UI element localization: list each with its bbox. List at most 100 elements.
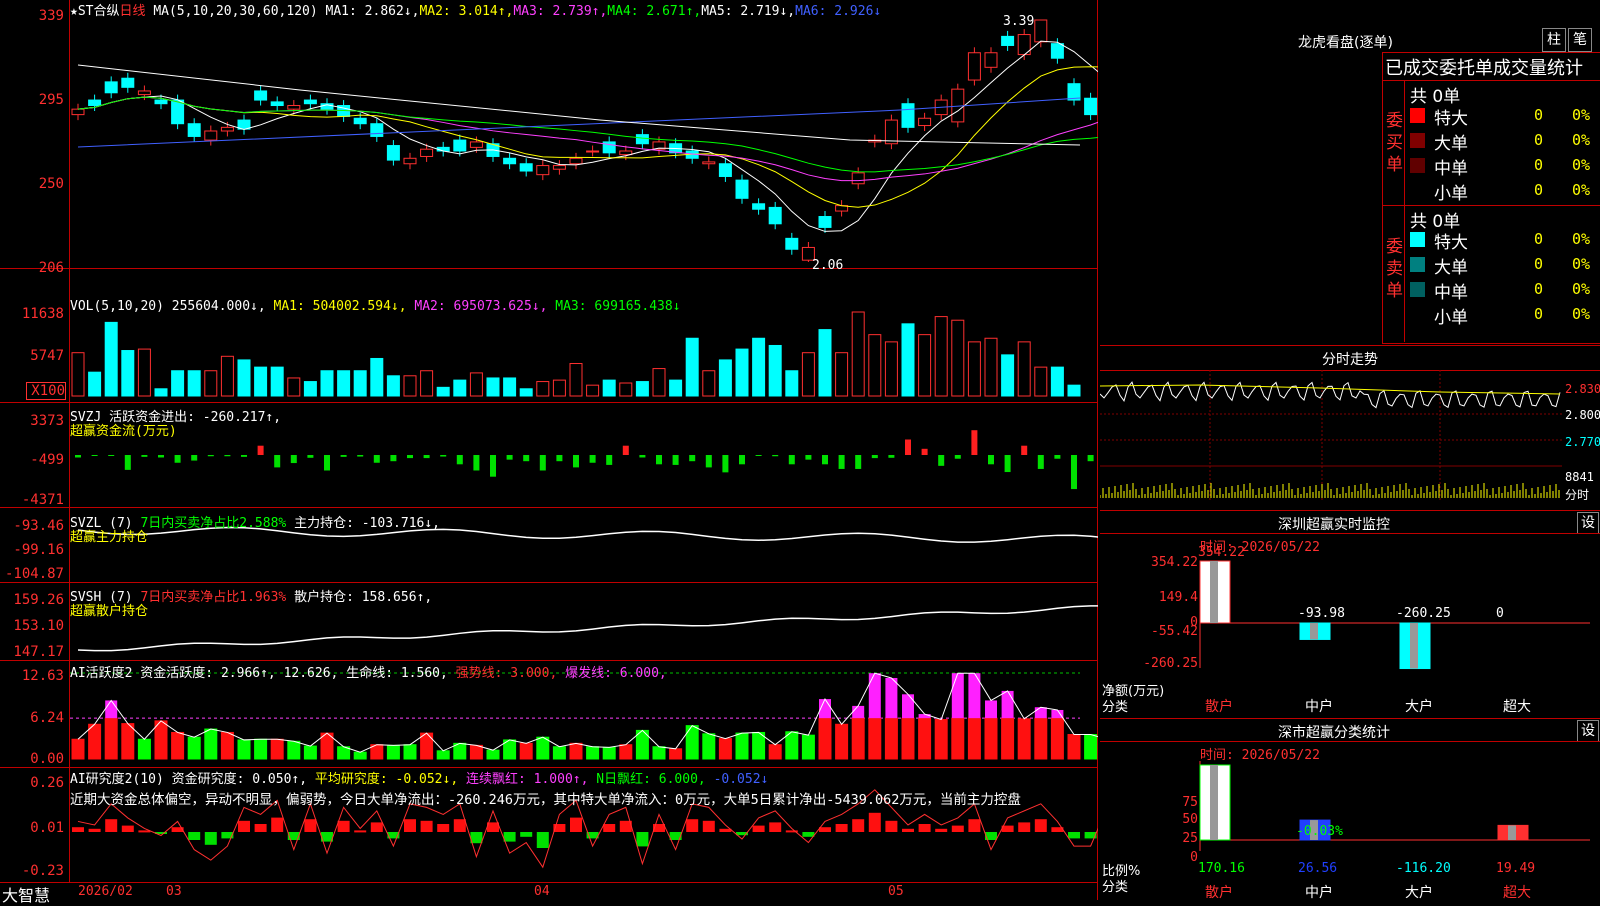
volume-bar (818, 329, 832, 397)
y-tick-vol: 11638 (21, 306, 64, 322)
tick-button[interactable]: 笔 (1568, 28, 1592, 52)
svzj-bar (988, 455, 994, 465)
svzj-bar (141, 455, 148, 457)
svzj-bar (440, 455, 447, 457)
candle-body (88, 99, 102, 107)
sz-value-label: 0 (1496, 606, 1504, 621)
sc-settings-button[interactable]: 设 (1577, 720, 1599, 742)
ai-activity-bar (436, 750, 450, 760)
ma-lines (77, 40, 1098, 232)
vol-ma1: MA1: 504002.594↓, (273, 299, 407, 314)
svzj-bar (573, 455, 579, 468)
volume-bar (287, 377, 301, 397)
ai-activity-bars (70, 672, 1098, 760)
svzj-bar (1037, 455, 1044, 469)
candle-body (967, 52, 981, 81)
volume-bar (536, 381, 550, 397)
candle-body (619, 150, 633, 156)
volume-bar (702, 370, 716, 397)
svzj-bar (722, 455, 729, 473)
sz-settings-button[interactable]: 设 (1577, 512, 1599, 534)
sz-category: 超大 (1503, 699, 1531, 715)
ai-activity-bar (204, 728, 218, 760)
svzj-bar (656, 455, 662, 465)
fs-volume (1100, 483, 1560, 498)
svzj-bar (357, 455, 364, 457)
ai1-v2: 12.626, (283, 666, 339, 681)
ai-activity-bar (254, 738, 268, 760)
ai2-header: AI研究度2(10) 资金研究度: 0.050↑, 平均研究度: -0.052↓… (70, 768, 768, 787)
svzj-bar (506, 455, 513, 460)
ai1-burst: 爆发线: 6.000, (565, 666, 667, 681)
volume-bar (171, 370, 185, 397)
candle-body (984, 52, 998, 68)
svzj-bar (589, 455, 596, 463)
volume-bar (353, 370, 367, 397)
svzj-bar (158, 455, 164, 458)
vol-unit-box[interactable]: X100 (26, 382, 66, 400)
sz-xlabel: 分类 (1102, 700, 1129, 715)
vol-label: VOL(5,10,20) (70, 299, 164, 314)
ai-research-bar (868, 812, 881, 832)
sz-bar-shade (1410, 623, 1418, 669)
sc-y-tick: 75 (1182, 795, 1198, 810)
svzj-bar (1054, 455, 1061, 459)
svzj-bar (871, 455, 878, 459)
buy-row-name: 特大 (1434, 109, 1468, 129)
sc-xlabel: 分类 (1102, 880, 1129, 895)
volume-bar (552, 379, 566, 397)
candle-body (918, 117, 932, 127)
ai-activity-bar (735, 732, 749, 760)
ai-activity-bar (237, 739, 251, 760)
sc-category: 超大 (1503, 885, 1531, 901)
x-tick: 04 (534, 884, 550, 899)
sell-row-pct: 0% (1572, 305, 1591, 323)
ai-activity-bar (386, 744, 400, 760)
ai-activity-bar (884, 717, 898, 760)
ai-research-bar (188, 832, 201, 840)
vol-ma3: MA3: 699165.438↓ (555, 299, 681, 314)
svzj-bar (788, 455, 795, 465)
volume-bar (586, 384, 600, 397)
ai-activity-bar (270, 738, 284, 760)
svzj-bar (705, 455, 712, 468)
volume-bar (1017, 341, 1031, 397)
fs-chart (1100, 370, 1562, 500)
ai-activity-bar (1084, 733, 1098, 760)
svzj-bar (822, 455, 828, 465)
ai-activity-bar (469, 744, 483, 760)
ai-activity-bar (967, 717, 981, 760)
volume-bar (1001, 354, 1015, 397)
ai-research-bar (686, 819, 699, 832)
volume-bar (934, 316, 948, 397)
sz-bar-shade (1310, 623, 1318, 640)
volume-bar (104, 321, 118, 397)
candle-body (121, 77, 135, 88)
candle-body (735, 179, 749, 199)
svzj-bar (755, 455, 762, 456)
sep (1382, 80, 1600, 81)
candle-body (503, 157, 517, 165)
ai2-red: 连续飘红: 1.000↑, (466, 772, 589, 787)
candle-body (768, 206, 782, 225)
svzj-bar (739, 455, 745, 465)
volume-bar (951, 319, 965, 397)
svzj-bar (373, 455, 380, 463)
brand-label: 大智慧 (2, 886, 51, 905)
ai-activity-bar (602, 746, 616, 760)
sep (1100, 345, 1600, 346)
y-tick-svzj: -4371 (21, 492, 64, 508)
buy-row-value: 0 (1534, 106, 1544, 124)
sep (1404, 80, 1405, 342)
volume-bar (1067, 384, 1081, 397)
ai-activity-bar (569, 742, 583, 760)
candle-body (569, 157, 583, 165)
fs-tick: 2.830 (1565, 382, 1600, 396)
buy-row-value: 0 (1534, 131, 1544, 149)
volume-bar (436, 386, 450, 397)
fs-tick: 分时 (1565, 488, 1590, 502)
order-tabs[interactable]: 已成交委托单成交量统计 (1385, 54, 1583, 80)
ai-activity-bar (1017, 718, 1031, 760)
column-button[interactable]: 柱 (1542, 28, 1566, 52)
buy-row-value: 0 (1534, 181, 1544, 199)
